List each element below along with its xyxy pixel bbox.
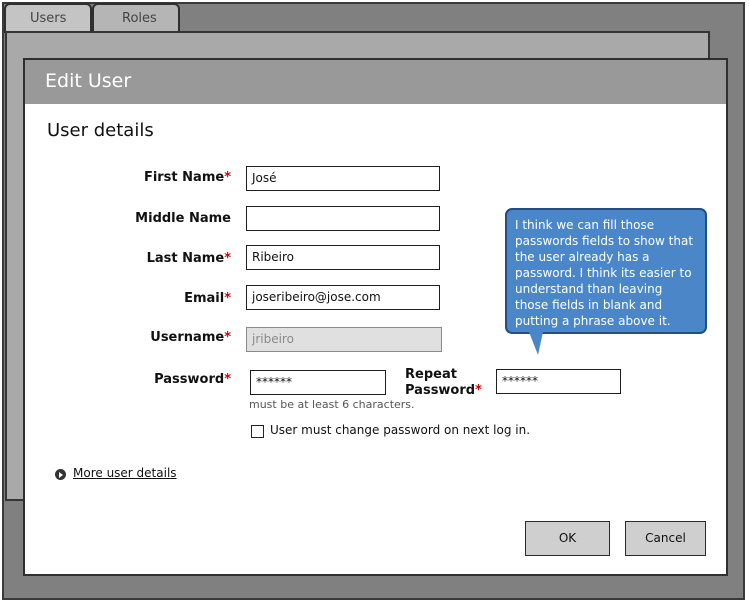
password-field[interactable]: ****** — [250, 370, 386, 395]
cancel-button[interactable]: Cancel — [625, 521, 706, 556]
expand-arrow-icon[interactable] — [55, 469, 66, 480]
password-label: Password* — [154, 372, 231, 387]
required-asterisk: * — [224, 330, 231, 345]
more-user-details-link[interactable]: More user details — [73, 466, 177, 480]
tab-users[interactable]: Users — [4, 3, 92, 33]
last-name-field[interactable]: Ribeiro — [246, 245, 440, 270]
annotation-callout: I think we can fill those passwords fiel… — [505, 208, 707, 334]
required-asterisk: * — [224, 170, 231, 185]
section-title: User details — [47, 120, 154, 141]
required-asterisk: * — [224, 251, 231, 266]
first-name-label: First Name* — [143, 170, 231, 185]
middle-name-label: Middle Name — [135, 211, 231, 226]
last-name-label: Last Name* — [146, 251, 231, 266]
required-asterisk: * — [224, 291, 231, 306]
repeat-password-field[interactable]: ****** — [496, 369, 621, 394]
change-password-checkbox[interactable] — [251, 425, 264, 438]
email-label: Email* — [184, 291, 231, 306]
repeat-password-label: Repeat Password* — [405, 367, 482, 398]
required-asterisk: * — [224, 372, 231, 387]
email-field[interactable]: joseribeiro@jose.com — [246, 285, 440, 310]
required-asterisk: * — [475, 383, 482, 398]
change-password-label: User must change password on next log in… — [270, 423, 531, 437]
tab-roles[interactable]: Roles — [92, 3, 180, 33]
callout-tail — [529, 332, 543, 355]
username-field: jribeiro — [246, 327, 442, 352]
middle-name-field[interactable] — [246, 206, 440, 231]
first-name-field[interactable]: José — [246, 166, 440, 191]
dialog-title: Edit User — [25, 60, 726, 104]
ok-button[interactable]: OK — [525, 521, 610, 556]
password-hint: must be at least 6 characters. — [249, 398, 415, 411]
username-label: Username* — [150, 330, 231, 345]
edit-user-dialog: Edit User User details First Name* José … — [23, 58, 728, 576]
